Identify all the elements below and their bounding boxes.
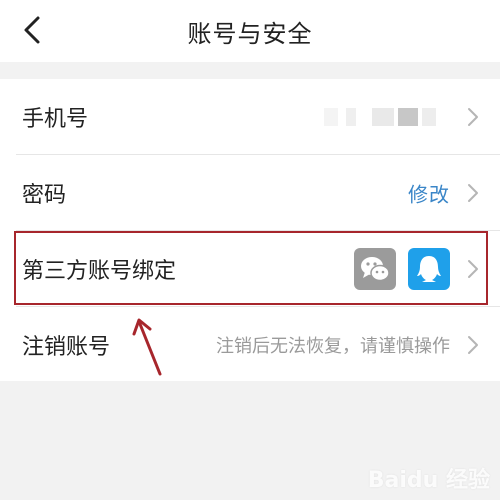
cancel-account-hint: 注销后无法恢复，请谨慎操作 [216,335,450,357]
masked-phone-number [324,107,444,126]
row-phone[interactable]: 手机号 [0,79,500,154]
settings-list: 手机号 密码 修改 第三方账号绑定 注销账号 注销后无法恢复，请谨慎操作 [0,79,500,381]
highlight-box [14,231,488,305]
row-label: 注销账号 [22,334,111,360]
app-header: 账号与安全 [0,0,500,62]
row-label: 密码 [22,182,67,208]
chevron-right-icon [468,335,478,354]
annotation-arrow-icon [132,318,162,376]
chevron-right-icon [468,183,478,202]
row-cancel-account[interactable]: 注销账号 注销后无法恢复，请谨慎操作 [0,307,500,382]
modify-password-link[interactable]: 修改 [408,178,450,207]
baidu-watermark: Baidu 经验 [367,468,490,493]
row-label: 手机号 [22,106,89,132]
chevron-right-icon [468,107,478,126]
row-password[interactable]: 密码 修改 [0,155,500,230]
page-title: 账号与安全 [187,20,313,48]
